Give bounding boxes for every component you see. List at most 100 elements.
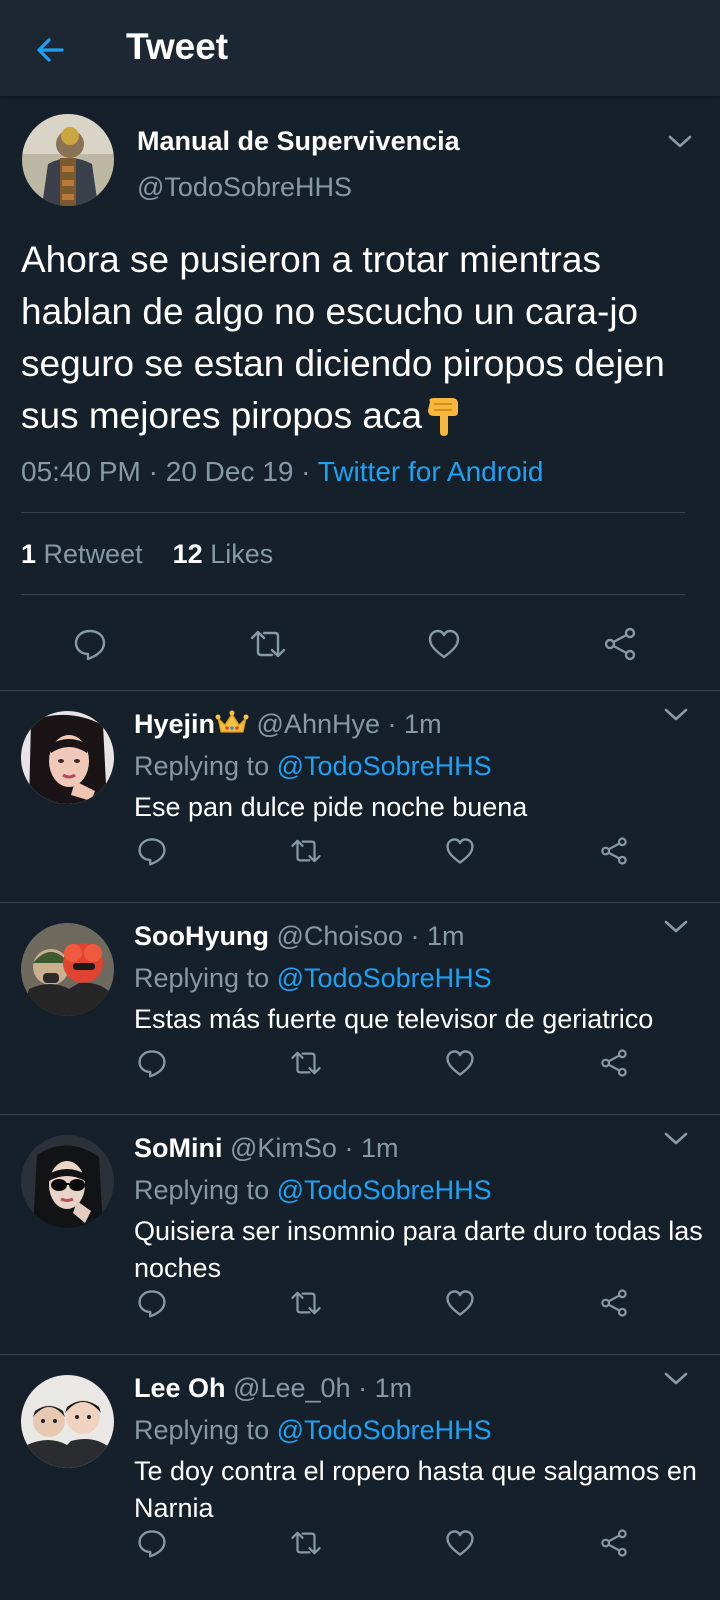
reply-text: Estas más fuerte que televisor de geriat… bbox=[134, 1004, 654, 1034]
like-icon bbox=[446, 1290, 474, 1316]
share-button[interactable] bbox=[594, 1043, 634, 1083]
meta-separator: · bbox=[344, 1133, 354, 1163]
reply-menu-button[interactable] bbox=[662, 705, 690, 725]
top-bar: Tweet bbox=[0, 0, 720, 96]
tweet-source-link[interactable]: Twitter for Android bbox=[318, 456, 544, 487]
reply-icon bbox=[74, 629, 106, 661]
back-button[interactable] bbox=[28, 28, 72, 72]
main-tweet-actions bbox=[0, 612, 720, 672]
like-icon bbox=[446, 1050, 474, 1076]
tweet-text: Ahora se pusieron a trotar mientras habl… bbox=[21, 239, 665, 436]
reply-tweet[interactable]: Hyejin @AhnHye · 1m Replying to @TodoSob… bbox=[0, 690, 720, 902]
tweet-time: 05:40 PM bbox=[21, 456, 141, 487]
likes-stat[interactable]: 12 Likes bbox=[173, 539, 274, 569]
replying-to-handle-link[interactable]: @TodoSobreHHS bbox=[277, 1175, 492, 1205]
like-button[interactable] bbox=[440, 1283, 480, 1323]
like-button[interactable] bbox=[440, 1523, 480, 1563]
replying-to-handle-link[interactable]: @TodoSobreHHS bbox=[277, 963, 492, 993]
share-button[interactable] bbox=[598, 622, 642, 666]
retweet-icon bbox=[291, 1291, 321, 1315]
reply-button[interactable] bbox=[132, 1283, 172, 1323]
reply-author-handle[interactable]: @AhnHye bbox=[257, 709, 380, 739]
page-title: Tweet bbox=[126, 26, 229, 67]
reply-avatar[interactable] bbox=[21, 711, 114, 804]
reply-author-name[interactable]: SooHyung bbox=[134, 921, 269, 951]
tweet-date: 20 Dec 19 bbox=[165, 456, 294, 487]
back-arrow-icon bbox=[37, 38, 64, 62]
chevron-down-icon bbox=[664, 920, 688, 933]
reply-text: Te doy contra el ropero hasta que salgam… bbox=[134, 1456, 697, 1523]
divider bbox=[21, 594, 685, 595]
like-icon bbox=[428, 629, 460, 659]
reply-menu-button[interactable] bbox=[662, 917, 690, 937]
reply-author-name[interactable]: Lee Oh bbox=[134, 1373, 226, 1403]
reply-menu-button[interactable] bbox=[662, 1129, 690, 1149]
reply-header: Hyejin @AhnHye · 1m bbox=[134, 709, 442, 740]
replying-to-handle-link[interactable]: @TodoSobreHHS bbox=[277, 1415, 492, 1445]
reply-button[interactable] bbox=[132, 1043, 172, 1083]
retweet-button[interactable] bbox=[286, 831, 326, 871]
like-icon bbox=[446, 838, 474, 864]
share-icon bbox=[604, 627, 636, 661]
reply-author-handle[interactable]: @KimSo bbox=[230, 1133, 337, 1163]
reply-avatar[interactable] bbox=[21, 1375, 114, 1468]
chevron-down-icon bbox=[664, 1372, 688, 1385]
reply-time: 1m bbox=[427, 921, 465, 951]
tweet-meta: 05:40 PM · 20 Dec 19 · Twitter for Andro… bbox=[21, 456, 543, 488]
chevron-down-icon bbox=[664, 1132, 688, 1145]
replying-to: Replying to @TodoSobreHHS bbox=[134, 1415, 492, 1445]
crown-emoji-icon bbox=[215, 710, 249, 736]
share-button[interactable] bbox=[594, 831, 634, 871]
reply-icon bbox=[138, 1530, 166, 1558]
reply-button[interactable] bbox=[132, 831, 172, 871]
main-tweet: Manual de Supervivencia @TodoSobreHHS Ah… bbox=[0, 96, 720, 690]
tweet-stats: 1 Retweet 12 Likes bbox=[21, 539, 273, 570]
replying-to-handle-link[interactable]: @TodoSobreHHS bbox=[277, 751, 492, 781]
reply-time: 1m bbox=[404, 709, 442, 739]
tweet-menu-button[interactable] bbox=[666, 132, 694, 152]
like-button[interactable] bbox=[422, 622, 466, 666]
reply-avatar[interactable] bbox=[21, 923, 114, 1016]
reply-button[interactable] bbox=[68, 622, 112, 666]
reply-menu-button[interactable] bbox=[662, 1369, 690, 1389]
reply-text: Ese pan dulce pide noche buena bbox=[134, 792, 528, 822]
reply-tweet[interactable]: SoMini @KimSo · 1m Replying to @TodoSobr… bbox=[0, 1114, 720, 1354]
author-avatar[interactable] bbox=[22, 114, 114, 206]
reply-author-name[interactable]: SoMini bbox=[134, 1133, 223, 1163]
retweet-icon bbox=[250, 630, 286, 658]
meta-separator: · bbox=[387, 709, 397, 739]
reply-author-handle[interactable]: @Lee_0h bbox=[233, 1373, 351, 1403]
replying-to: Replying to @TodoSobreHHS bbox=[134, 1175, 492, 1205]
meta-separator: · bbox=[358, 1373, 368, 1403]
author-name[interactable]: Manual de Supervivencia bbox=[137, 126, 460, 157]
like-button[interactable] bbox=[440, 831, 480, 871]
author-handle[interactable]: @TodoSobreHHS bbox=[137, 172, 352, 203]
replying-to: Replying to @TodoSobreHHS bbox=[134, 751, 492, 781]
retweet-icon bbox=[291, 839, 321, 863]
reply-tweet[interactable]: Lee Oh @Lee_0h · 1m Replying to @TodoSob… bbox=[0, 1354, 720, 1600]
reply-header: Lee Oh @Lee_0h · 1m bbox=[134, 1373, 412, 1404]
chevron-down-icon bbox=[664, 708, 688, 721]
retweets-stat[interactable]: 1 Retweet bbox=[21, 539, 143, 569]
meta-separator: · bbox=[410, 921, 420, 951]
reply-time: 1m bbox=[374, 1373, 413, 1403]
like-button[interactable] bbox=[440, 1043, 480, 1083]
share-icon bbox=[601, 1529, 627, 1557]
meta-separator: · bbox=[148, 456, 158, 487]
chevron-down-icon bbox=[668, 135, 692, 148]
retweet-button[interactable] bbox=[246, 622, 290, 666]
reply-button[interactable] bbox=[132, 1523, 172, 1563]
reply-author-name[interactable]: Hyejin bbox=[134, 709, 215, 739]
reply-tweet[interactable]: SooHyung @Choisoo · 1m Replying to @Todo… bbox=[0, 902, 720, 1114]
reply-author-handle[interactable]: @Choisoo bbox=[277, 921, 403, 951]
retweet-button[interactable] bbox=[286, 1283, 326, 1323]
share-button[interactable] bbox=[594, 1523, 634, 1563]
share-icon bbox=[601, 1289, 627, 1317]
retweet-button[interactable] bbox=[286, 1523, 326, 1563]
replying-to: Replying to @TodoSobreHHS bbox=[134, 963, 492, 993]
retweet-icon bbox=[291, 1051, 321, 1075]
retweet-button[interactable] bbox=[286, 1043, 326, 1083]
meta-separator: · bbox=[301, 456, 311, 487]
share-button[interactable] bbox=[594, 1283, 634, 1323]
reply-avatar[interactable] bbox=[21, 1135, 114, 1228]
